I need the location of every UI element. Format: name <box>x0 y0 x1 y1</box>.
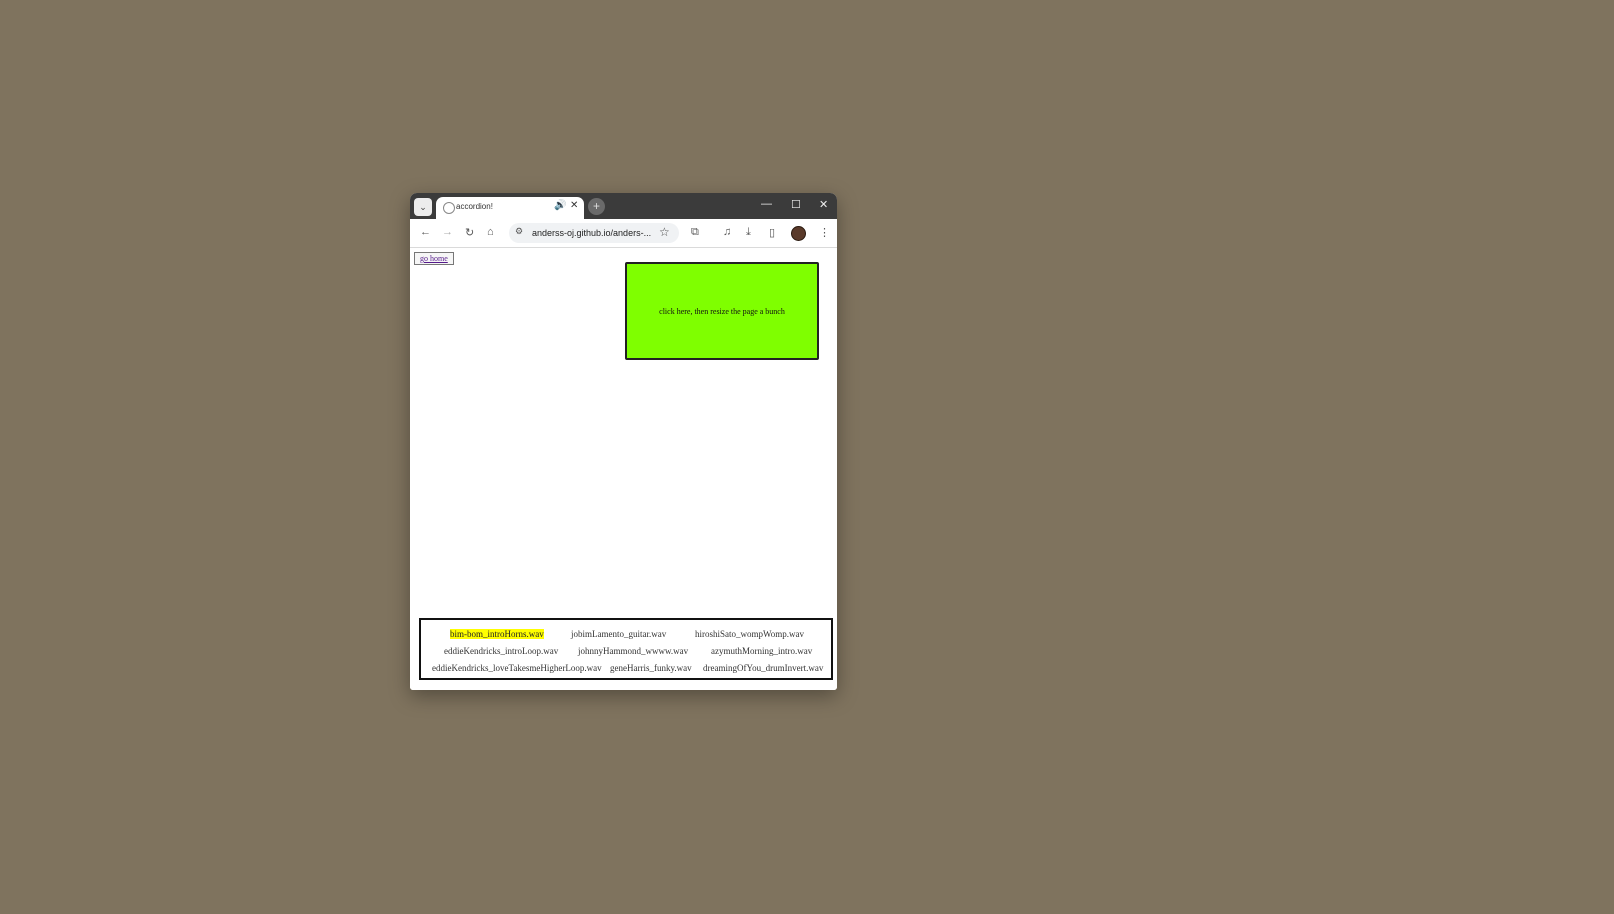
forward-arrow-icon[interactable]: → <box>442 226 453 238</box>
puzzle-icon[interactable]: ⧉ <box>691 226 699 239</box>
side-panel-icon[interactable]: ▯ <box>769 226 775 239</box>
maximize-icon[interactable]: ☐ <box>791 198 801 211</box>
resize-target-box[interactable]: click here, then resize the page a bunch <box>625 262 819 360</box>
media-control-icon[interactable]: ♫ <box>723 226 731 238</box>
file-item[interactable]: dreamingOfYou_drumInvert.wav <box>703 663 823 673</box>
page-content: go home click here, then resize the page… <box>410 248 837 690</box>
window-close-icon[interactable]: ✕ <box>819 198 828 211</box>
avatar[interactable] <box>791 226 806 241</box>
kebab-menu-icon[interactable]: ⋮ <box>819 226 830 239</box>
plus-icon[interactable]: + <box>588 198 605 215</box>
go-home-button[interactable]: go home <box>414 252 454 265</box>
file-item[interactable]: johnnyHammond_wwww.wav <box>578 646 688 656</box>
resize-instruction: click here, then resize the page a bunch <box>659 306 785 316</box>
close-icon[interactable]: ✕ <box>570 200 578 211</box>
file-item[interactable]: geneHarris_funky.wav <box>610 663 692 673</box>
file-item[interactable]: jobimLamento_guitar.wav <box>571 629 666 639</box>
tab-search-icon[interactable]: ⌄ <box>414 198 432 216</box>
address-bar[interactable]: ⚙ anderss-oj.github.io/anders-... ☆ <box>509 223 679 243</box>
minimize-icon[interactable]: — <box>761 198 772 210</box>
home-icon[interactable]: ⌂ <box>487 226 494 238</box>
file-item[interactable]: eddieKendricks_introLoop.wav <box>444 646 558 656</box>
globe-icon <box>443 202 455 214</box>
tab-title: accordion! <box>456 202 493 211</box>
browser-toolbar: ← → ↻ ⌂ ⚙ anderss-oj.github.io/anders-..… <box>410 219 837 248</box>
file-item[interactable]: azymuthMorning_intro.wav <box>711 646 812 656</box>
audio-file-list: bim-bom_introHorns.wav jobimLamento_guit… <box>419 618 833 680</box>
back-arrow-icon[interactable]: ← <box>420 226 431 238</box>
title-bar: ⌄ accordion! 🔊 ✕ + — ☐ ✕ <box>410 193 837 219</box>
file-item[interactable]: hiroshiSato_wompWomp.wav <box>695 629 804 639</box>
browser-tab[interactable]: accordion! 🔊 ✕ <box>436 197 584 219</box>
file-item[interactable]: bim-bom_introHorns.wav <box>450 629 544 639</box>
star-icon[interactable]: ☆ <box>659 225 670 239</box>
url-text[interactable]: anderss-oj.github.io/anders-... <box>532 228 651 238</box>
site-info-icon[interactable]: ⚙ <box>515 226 523 237</box>
download-icon[interactable]: ⤓ <box>746 226 751 239</box>
speaker-icon[interactable]: 🔊 <box>554 200 566 211</box>
file-item[interactable]: eddieKendricks_loveTakesmeHigherLoop.wav <box>432 663 602 673</box>
browser-window: ⌄ accordion! 🔊 ✕ + — ☐ ✕ ← → ↻ ⌂ ⚙ ander… <box>410 193 837 690</box>
reload-icon[interactable]: ↻ <box>465 226 474 239</box>
